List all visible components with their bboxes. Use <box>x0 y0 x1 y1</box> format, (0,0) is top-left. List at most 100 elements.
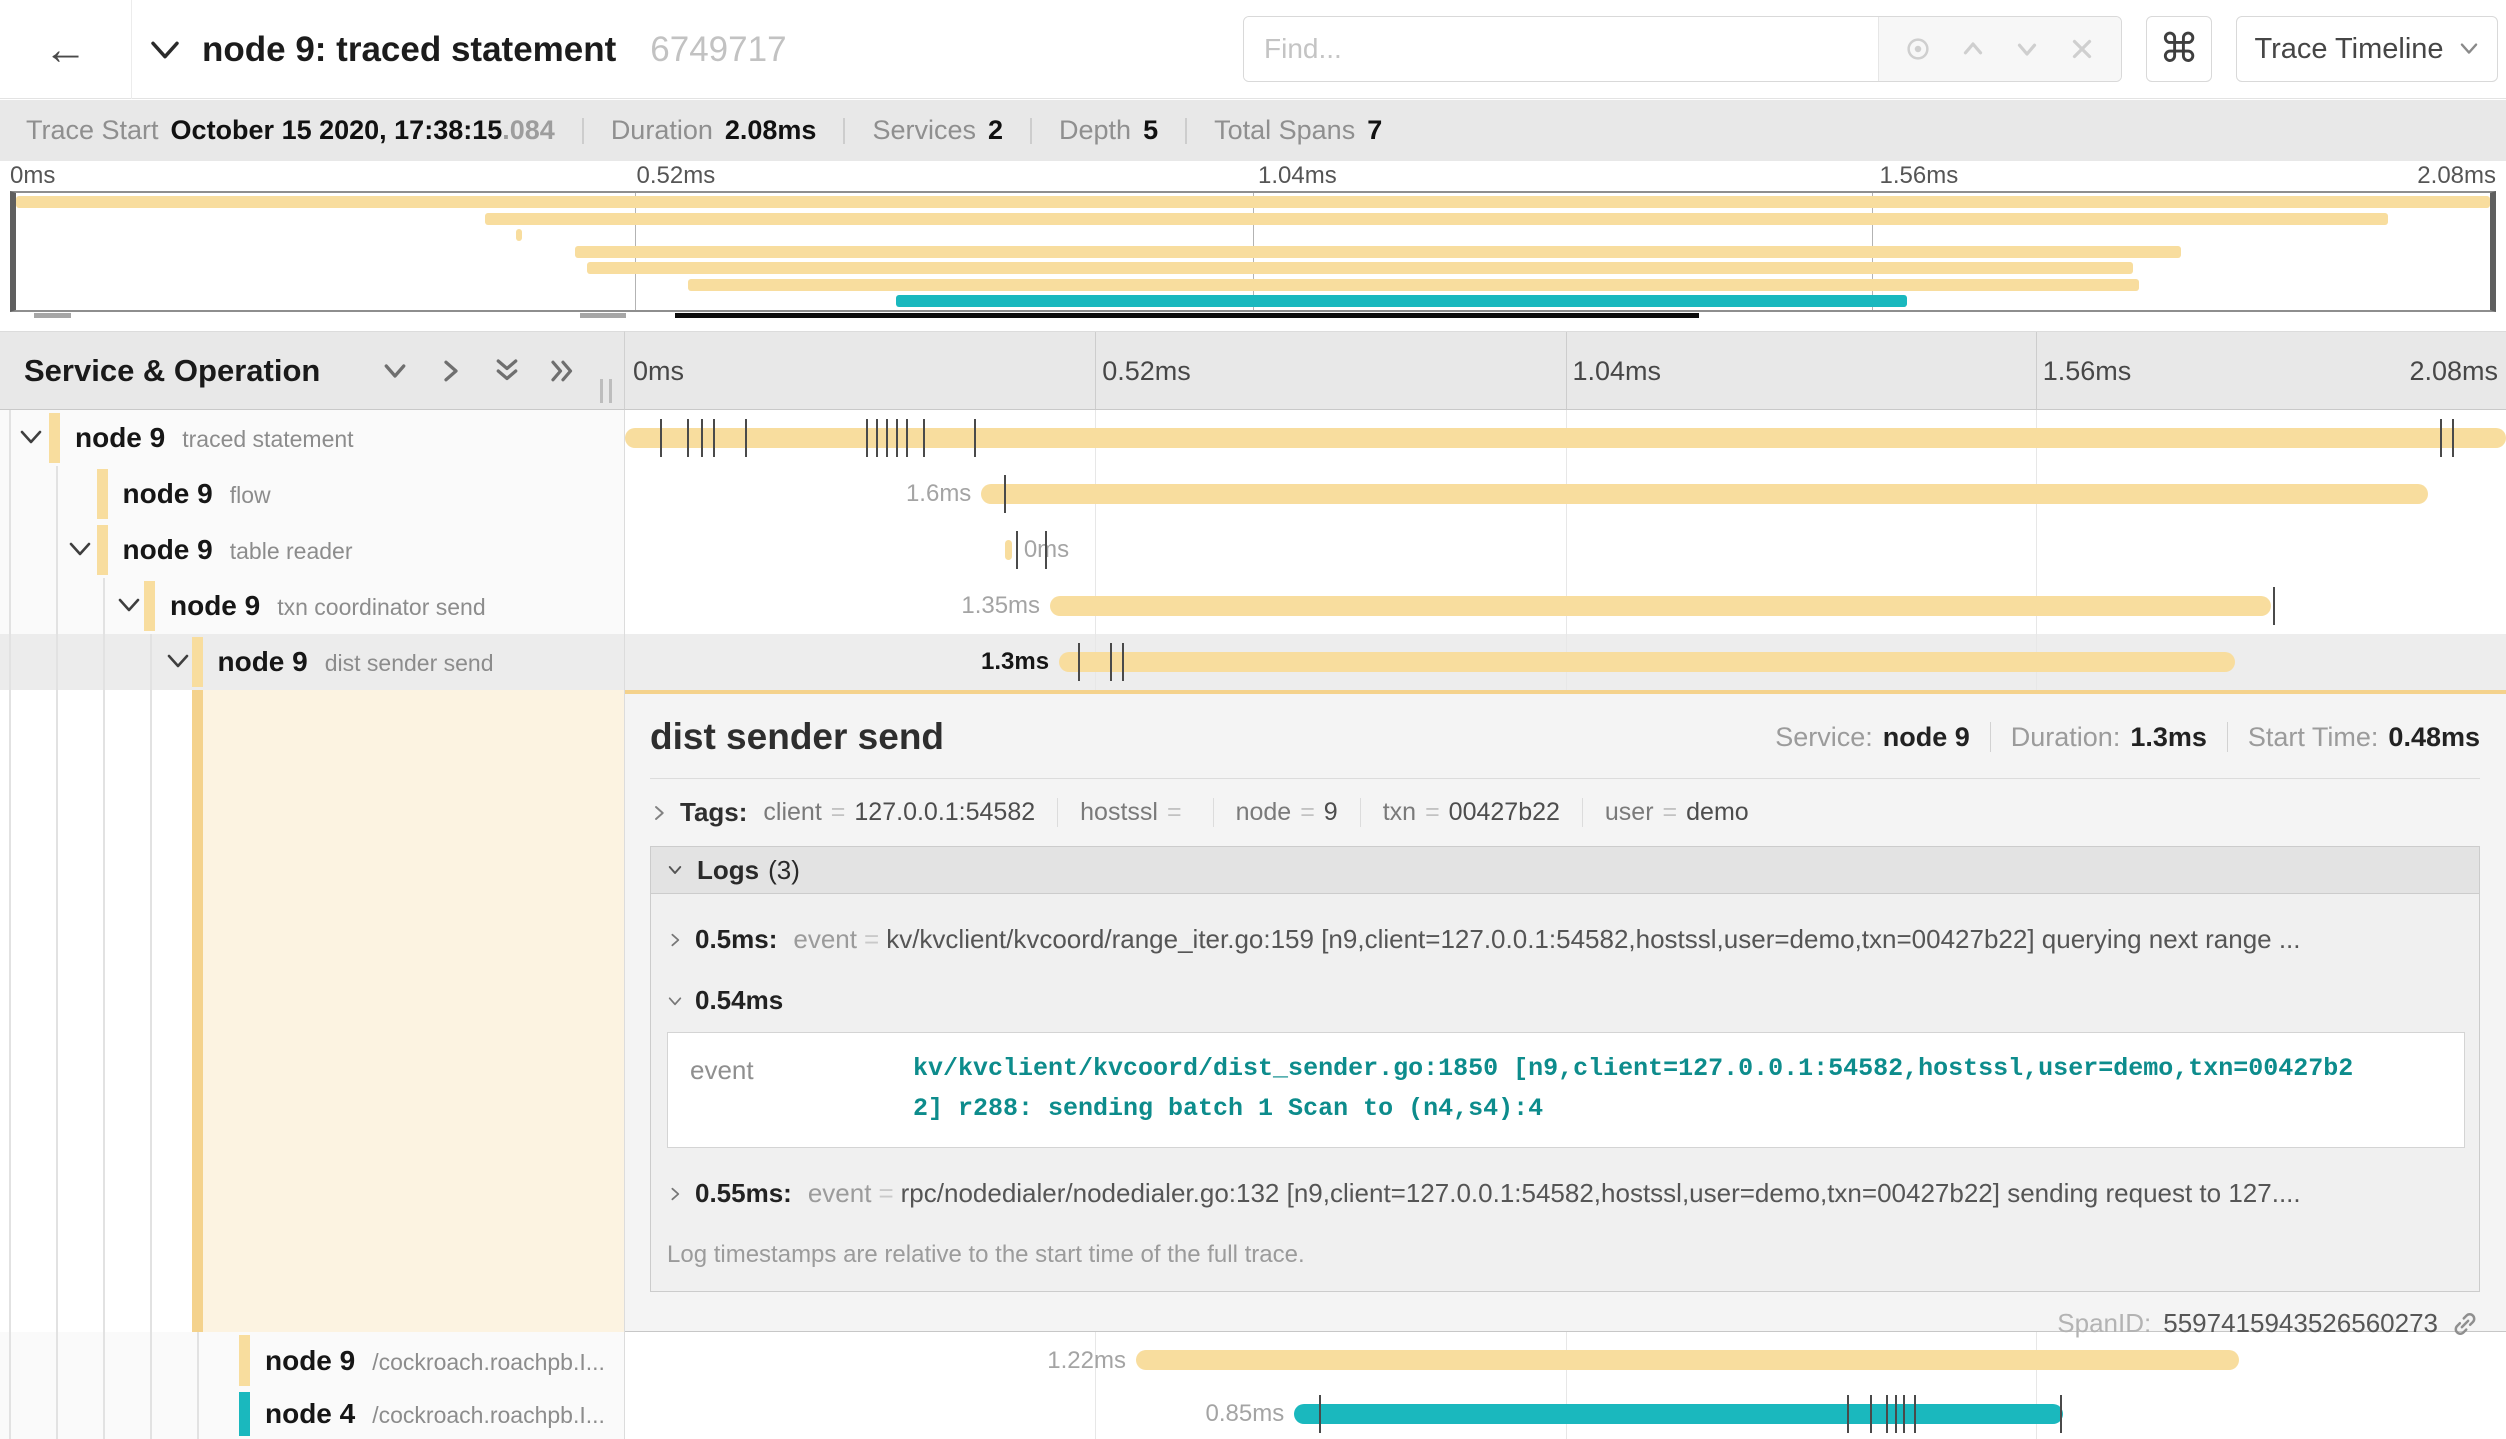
span-row-timeline-background <box>625 522 2506 578</box>
log-marker-tick <box>1045 531 1047 569</box>
tag-key: txn <box>1383 798 1416 827</box>
info-label: Duration <box>611 115 713 146</box>
info-separator <box>1030 118 1032 144</box>
span-duration-bar[interactable] <box>1005 540 1012 560</box>
span-name-label[interactable]: node 9/cockroach.roachpb.I... <box>265 1332 605 1389</box>
span-expander-chevron-icon[interactable] <box>165 653 191 671</box>
find-input[interactable] <box>1244 17 1878 81</box>
span-row[interactable]: node 9table reader0ms <box>0 522 2506 578</box>
chevron-down-icon <box>2458 41 2480 57</box>
span-duration-bar[interactable] <box>1050 596 2271 616</box>
info-label: Services <box>872 115 976 146</box>
tree-indent-guide <box>150 1389 152 1439</box>
logs-note: Log timestamps are relative to the start… <box>651 1209 2479 1291</box>
minimap-scroll-mark[interactable] <box>675 313 1699 318</box>
span-name-label[interactable]: node 9flow <box>123 466 271 522</box>
span-detail-accent-column <box>0 690 625 1332</box>
expand-one-chevron-right-icon[interactable] <box>436 356 466 386</box>
info-separator <box>843 118 845 144</box>
log-field-key: event <box>808 1178 872 1209</box>
span-expander-chevron-icon[interactable] <box>18 429 44 447</box>
focus-target-icon[interactable] <box>1903 34 1933 64</box>
tree-indent-guide <box>150 1332 152 1389</box>
timeline-tick-label: 0ms <box>633 332 684 410</box>
span-name-label[interactable]: node 9table reader <box>123 522 353 578</box>
trace-info-item: Depth5 <box>1059 115 1158 146</box>
info-value: 2.08ms <box>725 115 817 146</box>
span-name-label[interactable]: node 9traced statement <box>75 410 354 466</box>
tree-indent-guide <box>103 1389 105 1439</box>
span-duration-label: 1.35ms <box>961 578 1040 634</box>
page-title: node 9: traced statement <box>202 30 616 70</box>
span-name-label[interactable]: node 9dist sender send <box>218 634 494 690</box>
tree-controls <box>380 356 578 386</box>
tree-indent-guide <box>9 634 11 690</box>
span-color-strip <box>192 690 203 1332</box>
span-expander-chevron-icon[interactable] <box>67 541 93 559</box>
log-marker-tick <box>1122 643 1124 681</box>
span-duration-bar[interactable] <box>1059 652 2235 672</box>
span-row[interactable]: node 9dist sender send 1.3ms <box>0 634 2506 690</box>
collapse-all-double-chevron-down-icon[interactable] <box>492 356 522 386</box>
span-row[interactable]: node 9flow1.6ms <box>0 466 2506 522</box>
find-box <box>1243 16 2122 82</box>
tags-list: client=127.0.0.1:54582hostssl=node=9txn=… <box>763 798 1792 827</box>
span-detail-meta: Service:node 9Duration:1.3msStart Time:0… <box>1775 722 2480 753</box>
log-marker-tick <box>1914 1395 1916 1433</box>
span-duration-bar[interactable] <box>1136 1350 2239 1370</box>
next-match-chevron-down-icon[interactable] <box>2012 34 2042 64</box>
minimap-axis-label: 1.04ms <box>1258 162 1337 190</box>
logs-title: Logs <box>697 855 759 886</box>
prev-match-chevron-up-icon[interactable] <box>1958 34 1988 64</box>
span-row[interactable]: node 9txn coordinator send 1.35ms <box>0 578 2506 634</box>
log-entry-expanded-header[interactable]: 0.54ms <box>651 955 2479 1016</box>
span-color-strip <box>97 525 108 575</box>
tree-indent-guide <box>150 634 152 690</box>
clear-search-close-icon[interactable] <box>2067 34 2097 64</box>
operation-name: /cockroach.roachpb.I... <box>372 1334 605 1391</box>
meta-label: Start Time: <box>2248 722 2379 753</box>
span-duration-bar[interactable] <box>981 484 2428 504</box>
span-duration-label: 1.3ms <box>981 634 1049 690</box>
span-duration-bar[interactable] <box>1294 1404 2063 1424</box>
tree-indent-guide <box>103 1332 105 1389</box>
keyboard-shortcuts-button[interactable]: ⌘ <box>2146 16 2212 82</box>
span-name-label[interactable]: node 9txn coordinator send <box>170 578 486 634</box>
info-value: 2 <box>988 115 1003 146</box>
span-tag: user=demo <box>1605 798 1771 827</box>
back-button[interactable]: ← <box>0 0 132 99</box>
column-resize-handle[interactable] <box>600 379 612 403</box>
tree-indent-guide <box>56 1389 58 1439</box>
tree-indent-guide <box>150 690 152 1332</box>
tags-row[interactable]: Tags: client=127.0.0.1:54582hostssl=node… <box>650 797 2480 828</box>
span-row[interactable]: node 9traced statement <box>0 410 2506 466</box>
tree-indent-guide <box>103 578 105 634</box>
span-color-strip <box>239 1335 250 1386</box>
copy-link-icon[interactable] <box>2450 1309 2480 1339</box>
tree-indent-guide <box>103 690 105 1332</box>
trace-view-dropdown[interactable]: Trace Timeline <box>2236 16 2498 82</box>
collapse-trace-chevron-icon[interactable] <box>148 38 182 62</box>
log-entry-collapsed[interactable]: 0.55ms:event=rpc/nodedialer/nodedialer.g… <box>651 1148 2479 1209</box>
span-expander-chevron-icon[interactable] <box>116 597 142 615</box>
span-color-strip <box>49 413 60 463</box>
collapse-one-chevron-down-icon[interactable] <box>380 356 410 386</box>
log-entry-collapsed[interactable]: 0.5ms:event=kv/kvclient/kvcoord/range_it… <box>651 894 2479 955</box>
expand-all-double-chevron-right-icon[interactable] <box>548 356 578 386</box>
span-row[interactable]: node 9/cockroach.roachpb.I...1.22ms <box>0 1332 2506 1389</box>
span-row[interactable]: node 4/cockroach.roachpb.I...0.85ms <box>0 1389 2506 1439</box>
span-name-label[interactable]: node 4/cockroach.roachpb.I... <box>265 1389 605 1439</box>
minimap-scroll-mark[interactable] <box>34 313 71 318</box>
minimap-scroll-mark[interactable] <box>580 313 626 318</box>
trace-info-item: Duration 2.08ms <box>611 115 817 146</box>
trace-timeline-page: ← node 9: traced statement 6749717 ⌘ Tra… <box>0 0 2506 1439</box>
minimap[interactable] <box>10 191 2496 312</box>
logs-header[interactable]: Logs (3) <box>651 847 2479 894</box>
detail-divider <box>650 778 2480 779</box>
meta-label: Duration: <box>2011 722 2121 753</box>
operation-name: /cockroach.roachpb.I... <box>372 1390 605 1439</box>
tree-indent-guide <box>9 522 11 578</box>
tag-value: demo <box>1686 798 1749 827</box>
top-bar: ← node 9: traced statement 6749717 ⌘ Tra… <box>0 0 2506 99</box>
trace-id-short: 6749717 <box>650 30 786 70</box>
